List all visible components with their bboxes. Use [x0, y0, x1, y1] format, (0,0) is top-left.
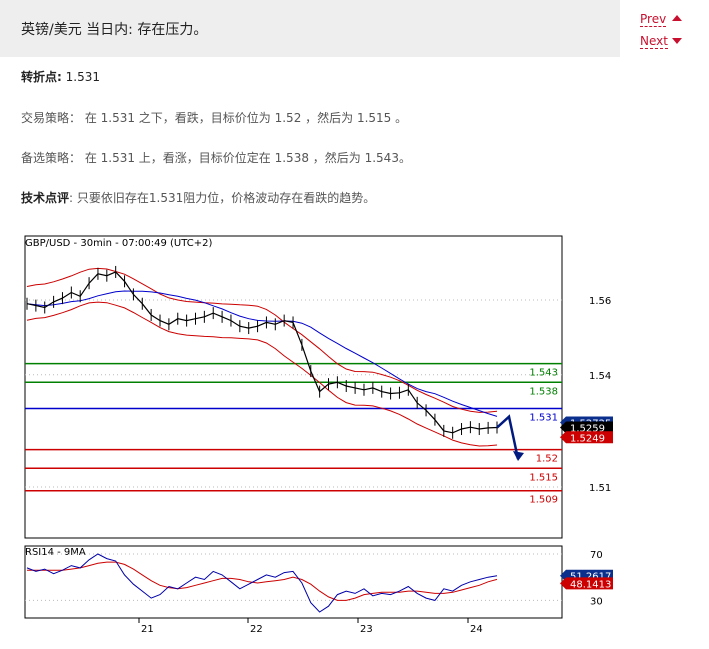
level-label: 1.543	[529, 368, 558, 379]
moving-average-line	[26, 290, 498, 417]
price-tick-label: 1.54	[589, 371, 611, 382]
alternative-text: 备选策略： 在 1.531 上，看涨，目标价位定在 1.538 ，然后为 1.5…	[21, 151, 411, 165]
indicator-tick-label: 30	[590, 596, 603, 607]
upper-band-line	[26, 267, 498, 413]
chart-title: GBP/USD - 30min - 07:00:49 (UTC+2)	[25, 238, 212, 249]
rsi-line	[26, 553, 498, 613]
article-panel: 英镑/美元 当日内: 存在压力。 转折点: 1.531 交易策略： 在 1.53…	[0, 0, 620, 649]
next-link[interactable]: Next	[640, 34, 668, 49]
x-tick-label: 22	[250, 624, 263, 635]
indicator-tag-label: 48.1413	[570, 579, 611, 590]
price-tag-label: 1.5249	[570, 433, 605, 444]
level-label: 1.515	[529, 472, 558, 483]
level-label: 1.52	[536, 454, 558, 465]
chart-svg: GBP/USD - 30min - 07:00:49 (UTC+2) RSI14…	[24, 235, 613, 635]
x-tick-label: 23	[360, 624, 373, 635]
triangle-up-icon	[672, 15, 682, 21]
pivot-label: 转折点:	[21, 70, 62, 84]
price-pane-frame	[24, 235, 563, 539]
comment-text: : 只要依旧存在1.531阻力位，价格波动存在看跌的趋势。	[69, 191, 376, 205]
indicator-title: RSI14 - 9MA	[25, 547, 86, 558]
triangle-down-icon	[672, 38, 682, 44]
pager: Prev Next	[620, 0, 709, 60]
level-label: 1.509	[529, 495, 558, 506]
comment-line: 技术点评: 只要依旧存在1.531阻力位，价格波动存在看跌的趋势。	[21, 189, 375, 206]
pivot-value: 1.531	[65, 70, 100, 84]
strategy-text: 交易策略： 在 1.531 之下，看跌，目标价位为 1.52 ，然后为 1.51…	[21, 111, 408, 125]
comment-label: 技术点评	[21, 191, 70, 205]
price-tick-label: 1.56	[589, 296, 611, 307]
page-title: 英镑/美元 当日内: 存在压力。	[21, 22, 208, 38]
indicator-tick-label: 70	[590, 550, 603, 561]
forecast-arrow-head	[513, 450, 524, 461]
rsi-ma-line	[27, 561, 498, 601]
level-label: 1.531	[529, 412, 558, 423]
level-label: 1.538	[529, 386, 558, 397]
pivot-line: 转折点: 1.531	[21, 68, 100, 85]
x-tick-label: 21	[141, 624, 154, 635]
x-tick-label: 24	[470, 624, 483, 635]
prev-link[interactable]: Prev	[640, 12, 667, 27]
indicator-pane-frame	[24, 545, 563, 619]
price-chart: GBP/USD - 30min - 07:00:49 (UTC+2) RSI14…	[21, 232, 615, 636]
price-tick-label: 1.51	[589, 483, 611, 494]
title-bar: 英镑/美元 当日内: 存在压力。	[0, 0, 620, 57]
